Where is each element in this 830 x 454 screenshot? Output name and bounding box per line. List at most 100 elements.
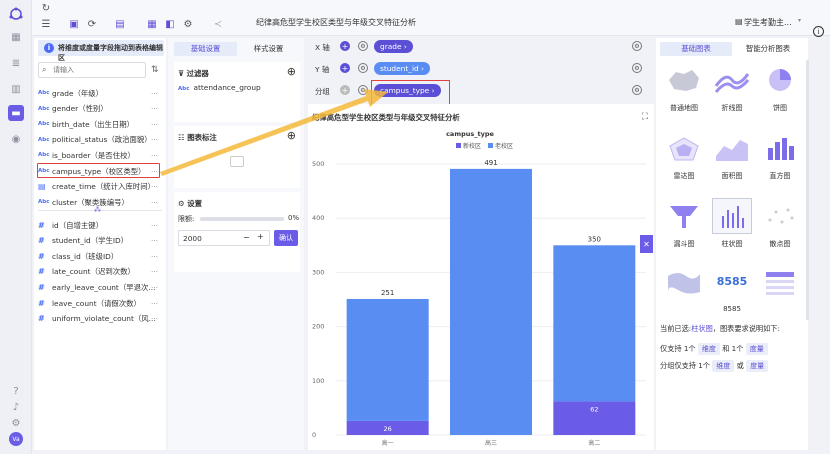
chart-type-pie[interactable]: 饼图	[758, 62, 802, 116]
avatar[interactable]: Va	[9, 432, 23, 446]
chart-type-histogram[interactable]: 直方图	[758, 130, 802, 184]
dimension-field[interactable]: Abc birth_date（出生日期） ···	[38, 117, 162, 131]
database-icon[interactable]: ≣	[9, 56, 23, 70]
more-icon[interactable]: ···	[151, 236, 158, 245]
more-icon[interactable]: ···	[151, 89, 158, 98]
field-label: campus_type（校区类型）	[52, 166, 146, 176]
minus-icon[interactable]: −	[243, 233, 250, 242]
menu-icon[interactable]: ☰	[40, 18, 52, 30]
chevron-down-icon[interactable]: ▾	[798, 17, 801, 24]
sort-filter-icon[interactable]: ⇅	[151, 65, 159, 75]
dimension-field[interactable]: Abc gender（性别） ···	[38, 102, 162, 116]
chart-type-area[interactable]: 面积图	[710, 130, 754, 184]
y-axis-settings-icon[interactable]: ⚙	[358, 63, 368, 73]
pie-chart-icon	[760, 62, 800, 98]
panel-icon[interactable]: ◧	[164, 18, 176, 30]
group-settings-icon[interactable]: ⚙	[358, 85, 368, 95]
measure-field[interactable]: # early_leave_count（早退次... ···	[38, 280, 162, 294]
more-icon[interactable]: ···	[151, 198, 158, 207]
share-icon[interactable]: ≺	[212, 18, 224, 30]
config-gear-icon[interactable]: ⚙	[182, 18, 194, 30]
dimension-field[interactable]: Abc cluster（聚类簇编号） ···	[38, 195, 162, 209]
add-filter-icon[interactable]: ⊕	[287, 65, 296, 78]
grid-apps-icon[interactable]: ▦	[9, 30, 23, 44]
app-logo[interactable]	[8, 6, 24, 22]
more-icon[interactable]: ···	[151, 283, 158, 292]
chart-type-radar[interactable]: 雷达图	[662, 130, 706, 184]
x-axis-add-icon[interactable]: +	[340, 41, 350, 51]
dimension-field[interactable]: Abc political_status（政治面貌） ···	[38, 133, 162, 147]
layout-icon[interactable]: ▤	[114, 18, 126, 30]
limit-value[interactable]: 2000	[183, 234, 202, 243]
dimension-field[interactable]: Abc is_boarder（是否住校） ···	[38, 148, 162, 162]
measure-field[interactable]: # uniform_violate_count（风... ···	[38, 312, 162, 326]
chart-type-bar[interactable]: 柱状图	[710, 198, 754, 252]
field-label: early_leave_count（早退次...	[52, 282, 156, 292]
filter-item[interactable]: Abc attendance_group	[178, 83, 261, 92]
bell-icon[interactable]: ♪	[9, 400, 23, 414]
dimension-field[interactable]: ▤ create_time（统计入库时间） ···	[38, 180, 162, 194]
chart-type-table[interactable]	[758, 264, 802, 318]
more-icon[interactable]: ···	[151, 135, 158, 144]
settings-circle-icon[interactable]: ◉	[9, 132, 23, 146]
more-icon[interactable]: ···	[151, 221, 158, 230]
datasource-name[interactable]: 学生考勤主...	[744, 17, 792, 28]
more-icon[interactable]: ···	[151, 252, 158, 261]
plus-icon[interactable]: +	[257, 232, 264, 241]
confirm-button[interactable]: 确认	[274, 230, 298, 246]
chart-type-line[interactable]: 折线图	[710, 62, 754, 116]
y-axis-option-icon[interactable]: ⚙	[632, 63, 642, 73]
add-annotation-icon[interactable]: ⊕	[287, 129, 296, 142]
more-icon[interactable]: ···	[151, 104, 158, 113]
more-icon[interactable]: ···	[151, 167, 158, 176]
close-panel-button[interactable]: ✕	[640, 235, 653, 253]
more-icon[interactable]: ···	[151, 267, 158, 276]
tab-basic-charts[interactable]: 基础图表	[660, 42, 732, 56]
table-icon[interactable]: ▦	[146, 18, 158, 30]
table-chart-icon	[760, 264, 800, 300]
x-axis-option-icon[interactable]: ⚙	[632, 41, 642, 51]
folder-icon[interactable]: ▬	[8, 105, 24, 121]
measure-field[interactable]: # leave_count（请假次数） ···	[38, 296, 162, 310]
group-add-icon[interactable]: +	[340, 85, 350, 95]
measure-field[interactable]: # late_count（迟到次数） ···	[38, 265, 162, 279]
measure-field[interactable]: # id（自增主键） ···	[38, 218, 162, 232]
right-panel-scrollbar[interactable]	[806, 60, 809, 320]
limit-slider[interactable]	[200, 217, 284, 221]
refresh-icon[interactable]: ↻	[40, 2, 52, 14]
y-axis-add-icon[interactable]: +	[340, 63, 350, 73]
field-label: student_id（学生ID）	[52, 236, 129, 246]
chart-type-scatter[interactable]: 散点图	[758, 198, 802, 252]
x-axis-field-pill[interactable]: grade ›	[374, 40, 413, 53]
chart-type-funnel[interactable]: 漏斗图	[662, 198, 706, 252]
help-circle-icon[interactable]: i	[813, 26, 824, 37]
chart-type-map[interactable]: 普通地图	[662, 62, 706, 116]
group-option-icon[interactable]: ⚙	[632, 85, 642, 95]
chart-type-word-cloud[interactable]	[662, 264, 706, 318]
save-icon[interactable]: ▣	[68, 18, 80, 30]
tab-style-settings[interactable]: 样式设置	[237, 42, 300, 56]
search-input[interactable]	[53, 63, 143, 77]
field-search[interactable]: ⌕	[38, 62, 146, 78]
x-axis-settings-icon[interactable]: ⚙	[358, 41, 368, 51]
more-icon[interactable]: ···	[151, 120, 158, 129]
help-icon[interactable]: ?	[9, 384, 23, 398]
more-icon[interactable]: ···	[151, 151, 158, 160]
chart-type-number-card[interactable]: 8585 8585	[710, 264, 754, 318]
dimension-field[interactable]: Abc grade（年级） ···	[38, 86, 162, 100]
number-card-chart-icon: 8585	[712, 264, 752, 300]
tab-smart-charts[interactable]: 智能分析图表	[732, 42, 804, 56]
tab-basic-settings[interactable]: 基础设置	[174, 42, 237, 56]
measure-field[interactable]: # class_id（班级ID） ···	[38, 249, 162, 263]
chart-icon[interactable]: ▥	[9, 82, 23, 96]
more-icon[interactable]: ···	[151, 299, 158, 308]
gear-icon[interactable]: ⚙	[9, 416, 23, 430]
measure-field[interactable]: # student_id（学生ID） ···	[38, 234, 162, 248]
area-chart-icon	[712, 130, 752, 166]
more-icon[interactable]: ···	[151, 314, 158, 323]
more-icon[interactable]: ···	[151, 182, 158, 191]
dimension-field[interactable]: Abc campus_type（校区类型） ···	[38, 164, 162, 178]
limit-stepper[interactable]: 2000 − +	[178, 230, 270, 246]
reload-icon[interactable]: ⟳	[86, 18, 98, 30]
y-axis-field-pill[interactable]: student_id ›	[374, 62, 431, 75]
